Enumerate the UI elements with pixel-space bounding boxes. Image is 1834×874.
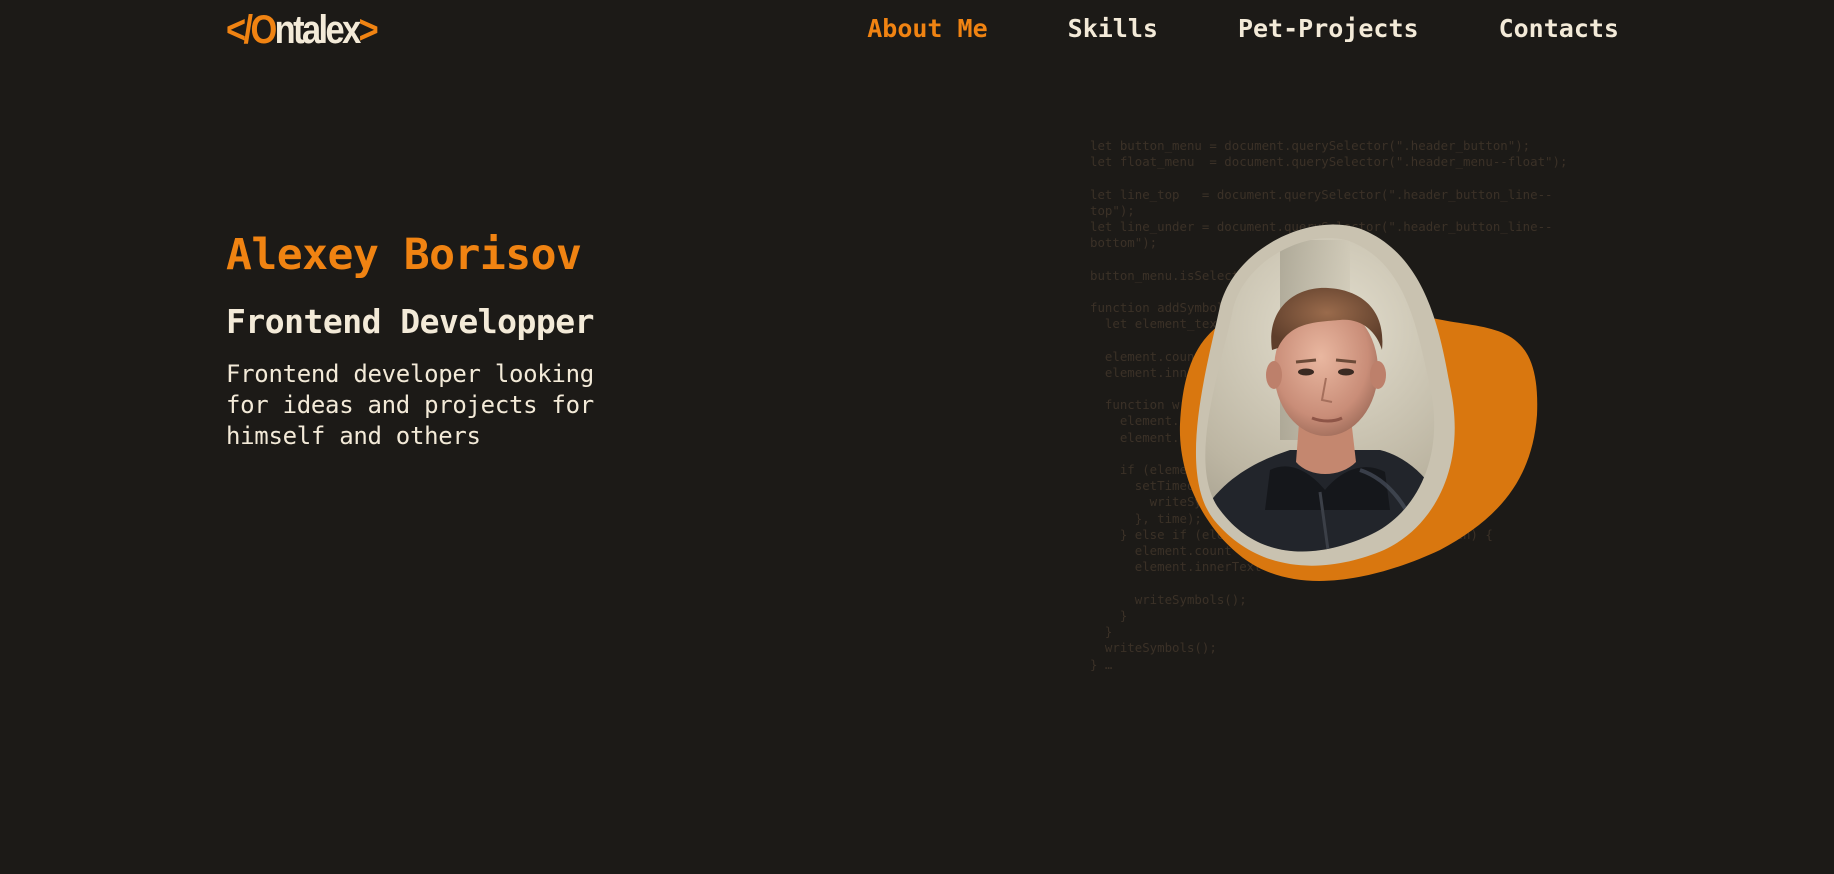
hero-section: Alexey Borisov Frontend Developper Front… — [226, 230, 786, 452]
profile-blob-svg — [1179, 224, 1538, 581]
hero-name: Alexey Borisov — [226, 230, 582, 280]
nav-contacts[interactable]: Contacts — [1499, 14, 1619, 43]
main-nav: About Me Skills Pet-Projects Contacts — [867, 14, 1619, 43]
hero-role: Frontend Developper — [226, 302, 595, 341]
logo-bracket-close: > — [358, 7, 379, 52]
logo-text: ntalex — [274, 7, 362, 52]
logo-o: O — [250, 7, 277, 52]
nav-skills[interactable]: Skills — [1068, 14, 1158, 43]
hero-description: Frontend developer looking for ideas and… — [226, 360, 594, 450]
profile-photo — [1150, 210, 1550, 610]
nav-pet-projects[interactable]: Pet-Projects — [1238, 14, 1419, 43]
site-header: </Ontalex > About Me Skills Pet-Projects … — [0, 0, 1834, 64]
nav-about-me[interactable]: About Me — [867, 14, 987, 43]
site-logo[interactable]: </Ontalex > — [226, 7, 379, 52]
logo-bracket-open: </ — [226, 7, 253, 52]
